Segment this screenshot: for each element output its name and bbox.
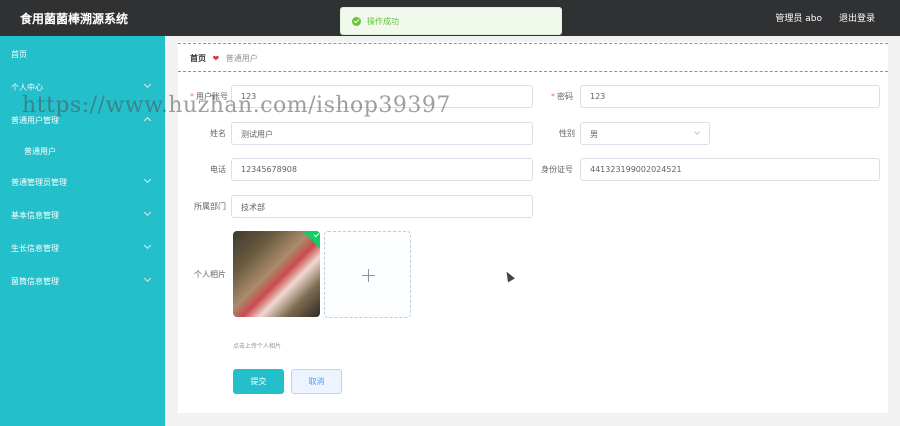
logout-link[interactable]: 退出登录 xyxy=(839,11,875,24)
sidebar-item-home[interactable]: 首页 xyxy=(0,44,165,64)
gender-select[interactable]: 男 xyxy=(580,122,710,145)
password-label: * 密码 xyxy=(551,92,573,101)
toast-message: 操作成功 xyxy=(367,17,399,26)
divider xyxy=(178,71,888,72)
plus-icon xyxy=(368,269,369,282)
app-title: 食用菌菌棒溯源系统 xyxy=(20,12,129,26)
idcard-label: 身份证号 xyxy=(541,165,573,174)
sidebar-item-label: 基本信息管理 xyxy=(11,211,59,220)
department-label: 所属部门 xyxy=(194,202,226,211)
sidebar-item-label: 普通管理员管理 xyxy=(11,178,67,187)
sidebar-item-admin-management[interactable]: 普通管理员管理 xyxy=(0,172,165,192)
sidebar-item-label: 个人中心 xyxy=(11,83,43,92)
photo-upload-button[interactable] xyxy=(324,231,411,318)
success-toast: 操作成功 xyxy=(340,7,562,35)
chevron-down-icon xyxy=(143,80,152,89)
uploaded-photo[interactable] xyxy=(233,231,320,317)
breadcrumb-home[interactable]: 首页 xyxy=(190,54,206,63)
current-user: 管理员 abo xyxy=(775,14,822,24)
department-field[interactable]: 技术部 xyxy=(231,195,533,218)
chevron-up-icon xyxy=(143,116,152,125)
sidebar-item-basic-info[interactable]: 基本信息管理 xyxy=(0,205,165,225)
sidebar-item-growth-info[interactable]: 生长信息管理 xyxy=(0,238,165,258)
breadcrumb: 首页 ❤ 普通用户 xyxy=(190,53,258,64)
sidebar-item-label: 生长信息管理 xyxy=(11,244,59,253)
sidebar-item-tube-info[interactable]: 菌筒信息管理 xyxy=(0,271,165,291)
cancel-button[interactable]: 取消 xyxy=(291,369,342,394)
gender-label: 性别 xyxy=(559,129,575,138)
sidebar-item-users[interactable]: 普通用户 xyxy=(0,141,165,161)
heart-icon: ❤ xyxy=(212,54,220,63)
chevron-down-icon xyxy=(694,129,700,135)
phone-field[interactable]: 12345678908 xyxy=(231,158,533,181)
photo-hint: 点击上传个人相片 xyxy=(233,343,282,350)
success-check-icon xyxy=(352,17,361,26)
sidebar-item-label: 首页 xyxy=(11,50,27,59)
watermark: https://www.huzhan.com/ishop39397 xyxy=(22,93,451,118)
photo-label: 个人相片 xyxy=(194,270,226,279)
breadcrumb-current: 普通用户 xyxy=(225,54,258,63)
chevron-down-icon xyxy=(143,274,152,283)
sidebar-item-label: 菌筒信息管理 xyxy=(11,277,59,286)
submit-button[interactable]: 提交 xyxy=(233,369,284,394)
password-field[interactable]: 123 xyxy=(580,85,880,108)
chevron-down-icon xyxy=(143,208,152,217)
sidebar-item-label: 普通用户 xyxy=(24,147,56,156)
phone-label: 电话 xyxy=(210,165,226,174)
name-field[interactable]: 测试用户 xyxy=(231,122,533,145)
chevron-down-icon xyxy=(143,175,152,184)
chevron-down-icon xyxy=(143,241,152,250)
name-label: 姓名 xyxy=(210,129,226,138)
idcard-field[interactable]: 441323199002024521 xyxy=(580,158,880,181)
divider xyxy=(178,43,888,44)
